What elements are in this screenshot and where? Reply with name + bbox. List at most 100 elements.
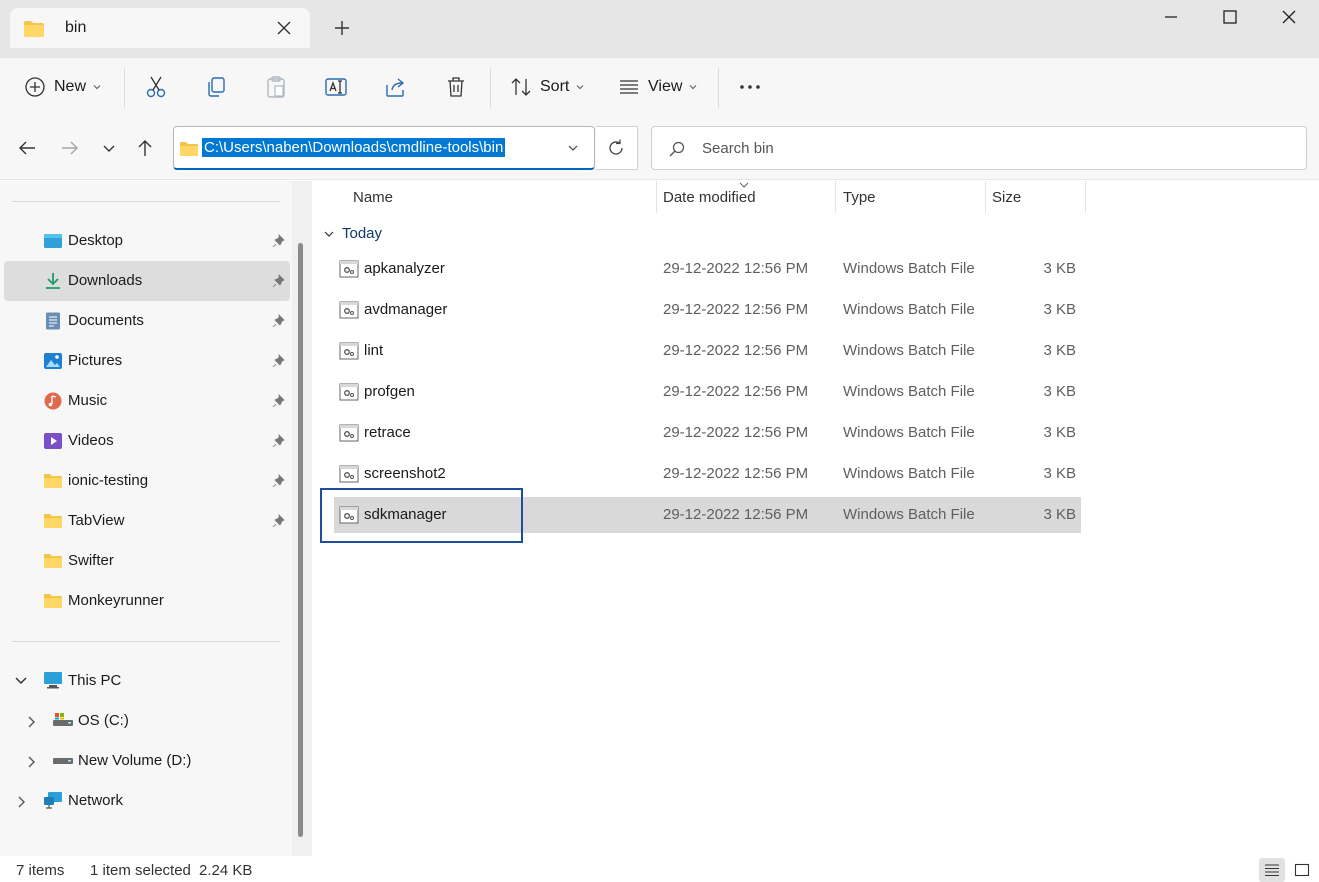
column-header-size[interactable]: Size xyxy=(992,189,1021,206)
sidebar-item-ionic-testing[interactable]: ionic-testing xyxy=(4,461,290,501)
sidebar-item-downloads[interactable]: Downloads xyxy=(4,261,290,301)
sidebar-item-label: Swifter xyxy=(68,552,114,569)
pin-icon[interactable] xyxy=(272,314,286,328)
file-type: Windows Batch File xyxy=(843,301,975,318)
sidebar-item-desktop[interactable]: Desktop xyxy=(4,221,290,261)
paste-button[interactable] xyxy=(264,68,288,106)
column-separator[interactable] xyxy=(985,181,986,213)
file-row[interactable]: screenshot2 29-12-2022 12:56 PM Windows … xyxy=(334,456,1081,492)
address-bar[interactable]: C:\Users\naben\Downloads\cmdline-tools\b… xyxy=(173,126,595,170)
forward-icon[interactable] xyxy=(58,136,82,160)
close-window-icon[interactable] xyxy=(1278,6,1300,28)
address-path[interactable]: C:\Users\naben\Downloads\cmdline-tools\b… xyxy=(202,138,506,157)
sidebar-item-label: Downloads xyxy=(68,272,143,289)
tree-item-network[interactable]: Network xyxy=(4,781,290,821)
separator xyxy=(718,68,719,108)
status-item-count: 7 items xyxy=(16,862,65,879)
status-bar: 7 items 1 item selected 2.24 KB xyxy=(0,856,1319,882)
file-row[interactable]: avdmanager 29-12-2022 12:56 PM Windows B… xyxy=(334,292,1081,328)
view-label: View xyxy=(648,78,683,95)
file-name: screenshot2 xyxy=(364,465,446,482)
cut-button[interactable] xyxy=(144,68,168,106)
add-tab-icon[interactable] xyxy=(332,18,352,38)
sidebar-item-label: Documents xyxy=(68,312,144,329)
column-header-type[interactable]: Type xyxy=(843,189,876,206)
group-header-today[interactable]: Today xyxy=(323,225,382,242)
rename-button[interactable] xyxy=(324,68,348,106)
copy-button[interactable] xyxy=(204,68,228,106)
chevron-right-icon[interactable] xyxy=(26,755,38,769)
pin-icon[interactable] xyxy=(272,354,286,368)
maximize-icon[interactable] xyxy=(1219,6,1241,28)
file-date: 29-12-2022 12:56 PM xyxy=(663,260,809,277)
tree-item-label: This PC xyxy=(68,672,122,689)
folder-icon xyxy=(44,514,62,528)
recent-locations-icon[interactable] xyxy=(97,136,121,160)
up-icon[interactable] xyxy=(133,136,157,160)
column-separator[interactable] xyxy=(656,181,657,213)
chevron-down-icon[interactable] xyxy=(566,141,580,155)
tree-item-new-volume-d[interactable]: New Volume (D:) xyxy=(4,741,290,781)
tiles-view-button[interactable] xyxy=(1289,858,1315,882)
view-button[interactable]: View xyxy=(618,68,698,106)
sidebar-item-monkeyrunner[interactable]: Monkeyrunner xyxy=(4,581,290,621)
pin-icon[interactable] xyxy=(272,434,286,448)
column-header-name[interactable]: Name xyxy=(353,189,393,206)
file-row[interactable]: lint 29-12-2022 12:56 PM Windows Batch F… xyxy=(334,333,1081,369)
search-input[interactable]: Search bin xyxy=(702,140,774,157)
chevron-right-icon[interactable] xyxy=(16,795,28,809)
file-date: 29-12-2022 12:56 PM xyxy=(663,424,809,441)
sidebar-item-music[interactable]: Music xyxy=(4,381,290,421)
pin-icon[interactable] xyxy=(272,474,286,488)
column-header-date[interactable]: Date modified xyxy=(663,189,756,206)
batch-file-icon xyxy=(339,301,359,319)
chevron-down-icon[interactable] xyxy=(14,675,28,687)
tree-item-os-c[interactable]: OS (C:) xyxy=(4,701,290,741)
chevron-right-icon[interactable] xyxy=(26,715,38,729)
chevron-down-icon xyxy=(689,85,697,90)
details-view-button[interactable] xyxy=(1259,858,1285,882)
refresh-button[interactable] xyxy=(596,126,638,170)
file-size: 3 KB xyxy=(1043,383,1076,400)
sidebar-item-pictures[interactable]: Pictures xyxy=(4,341,290,381)
file-size: 3 KB xyxy=(1043,342,1076,359)
pin-icon[interactable] xyxy=(272,394,286,408)
minimize-icon[interactable] xyxy=(1160,6,1182,28)
focus-rectangle xyxy=(320,488,523,543)
sidebar-item-swifter[interactable]: Swifter xyxy=(4,541,290,581)
folder-icon xyxy=(44,594,62,608)
tab-bin[interactable]: bin xyxy=(10,8,310,48)
sidebar-item-tabview[interactable]: TabView xyxy=(4,501,290,541)
file-row[interactable]: profgen 29-12-2022 12:56 PM Windows Batc… xyxy=(334,374,1081,410)
sort-button[interactable]: Sort xyxy=(510,68,585,106)
file-name: lint xyxy=(364,342,384,359)
pin-icon[interactable] xyxy=(272,234,286,248)
sidebar-item-label: Desktop xyxy=(68,232,124,249)
scrollbar-thumb[interactable] xyxy=(298,243,303,837)
cut-icon xyxy=(146,76,166,98)
file-type: Windows Batch File xyxy=(843,465,975,482)
file-row[interactable]: retrace 29-12-2022 12:56 PM Windows Batc… xyxy=(334,415,1081,451)
close-icon[interactable] xyxy=(274,18,294,38)
refresh-icon xyxy=(609,139,623,155)
sidebar-item-videos[interactable]: Videos xyxy=(4,421,290,461)
tree-item-this-pc[interactable]: This PC xyxy=(4,661,290,701)
column-separator[interactable] xyxy=(1085,181,1086,213)
sidebar-item-documents[interactable]: Documents xyxy=(4,301,290,341)
sidebar-item-label: ionic-testing xyxy=(68,472,149,489)
column-separator[interactable] xyxy=(835,181,836,213)
search-box[interactable]: Search bin xyxy=(651,126,1307,170)
more-button[interactable] xyxy=(738,68,762,106)
new-button[interactable]: New xyxy=(24,68,102,106)
pin-icon[interactable] xyxy=(272,274,286,288)
file-row[interactable]: apkanalyzer 29-12-2022 12:56 PM Windows … xyxy=(334,251,1081,287)
share-button[interactable] xyxy=(384,68,408,106)
delete-button[interactable] xyxy=(444,68,468,106)
back-icon[interactable] xyxy=(15,136,39,160)
file-type: Windows Batch File xyxy=(843,383,975,400)
folder-icon xyxy=(24,21,44,37)
sidebar-scrollbar[interactable] xyxy=(292,181,312,856)
tree-item-label: Network xyxy=(68,792,124,809)
pin-icon[interactable] xyxy=(272,514,286,528)
more-icon xyxy=(740,85,760,89)
